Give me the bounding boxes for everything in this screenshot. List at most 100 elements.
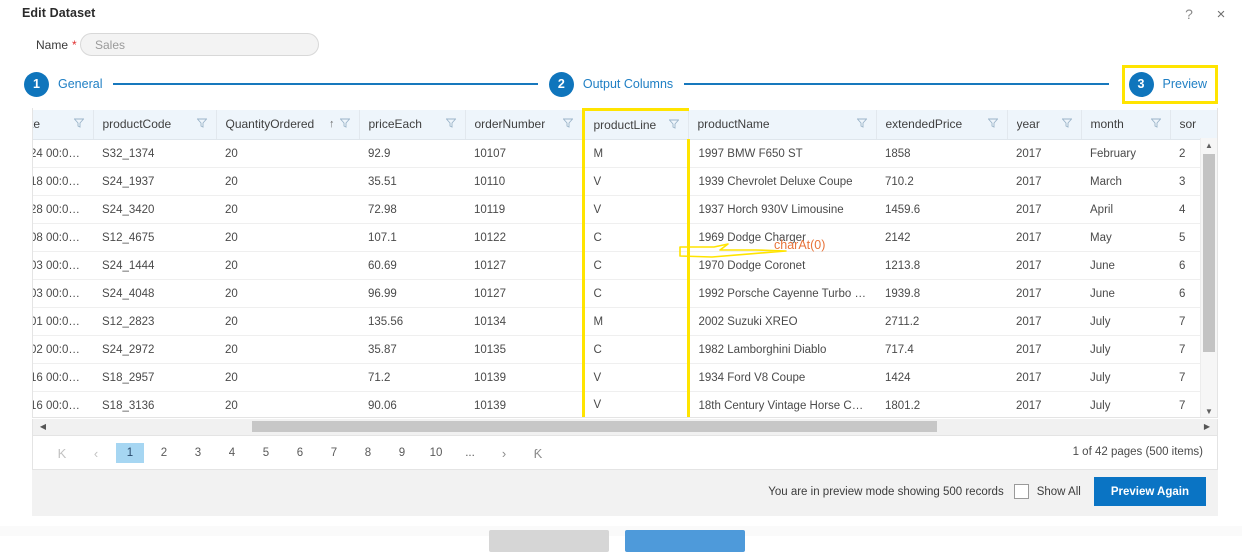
filter-icon[interactable] [668,119,679,132]
column-label-priceEach: priceEach [368,117,422,132]
filter-icon[interactable] [196,118,207,131]
table-row[interactable]: 03 00:00:... S24_4048 20 96.99 10127 C 1992 Po… [33,279,1217,308]
column-label-quantityOrdered: QuantityOrdered [225,117,315,132]
cell-priceEach: 96.99 [359,279,465,308]
cell-productName: 1982 Lamborghini Diablo [688,335,876,364]
column-label-orderDate: te [33,117,41,132]
pager-page-...[interactable]: ... [456,443,484,463]
pager-page-6[interactable]: 6 [286,443,314,463]
bottom-button-strip [0,526,1242,552]
filter-icon[interactable] [987,118,998,131]
grid-column-header-month[interactable]: month [1081,109,1171,140]
grid-body: 24 00:00:... S32_1374 20 92.9 10107 M 1997 BMW… [33,139,1217,417]
bottom-secondary-button[interactable] [489,530,609,552]
filter-icon[interactable] [339,118,350,131]
cell-month: July [1081,363,1170,392]
scroll-left-icon[interactable]: ◀ [35,419,51,434]
pager-last-button[interactable]: Ƙ [524,443,552,463]
cell-productLine: V [581,195,690,224]
pager-page-9[interactable]: 9 [388,443,416,463]
cell-productName: 1934 Ford V8 Coupe [688,363,876,392]
grid-column-header-extendedPrice[interactable]: extendedPrice [876,109,1008,140]
cell-orderDate: 24 00:00:... [33,139,93,168]
help-icon[interactable]: ? [1178,3,1200,25]
pager-first-button[interactable]: K [48,443,76,463]
pager-page-5[interactable]: 5 [252,443,280,463]
show-all-checkbox[interactable] [1013,484,1029,499]
grid-column-header-orderDate[interactable]: te [33,109,94,140]
horizontal-scroll-thumb[interactable] [252,421,937,432]
pager-next-button[interactable]: › [490,443,518,463]
step-output-columns[interactable]: 2 Output Columns [548,71,673,97]
pager-page-10[interactable]: 10 [422,443,450,463]
table-row[interactable]: 16 00:00:... S18_3136 20 90.06 10139 V 18th Ce… [33,391,1217,417]
cell-extendedPrice: 1459.6 [876,195,1007,224]
scroll-up-icon[interactable]: ▲ [1201,138,1217,152]
pager-prev-button[interactable]: ‹ [82,443,110,463]
pager-page-8[interactable]: 8 [354,443,382,463]
cell-productLine: C [581,223,690,252]
grid-column-header-quantityOrdered[interactable]: QuantityOrdered ↑ [216,109,360,140]
table-row[interactable]: 03 00:00:... S24_1444 20 60.69 10127 C 1970 Do… [33,251,1217,280]
table-row[interactable]: 28 00:00:... S24_3420 20 72.98 10119 V 1937 Ho… [33,195,1217,224]
bottom-primary-button[interactable] [625,530,745,552]
cell-month: July [1081,307,1170,336]
pager-page-1[interactable]: 1 [116,443,144,463]
cell-productCode: S18_2957 [93,363,216,392]
column-tools-year [1061,118,1072,131]
cell-quantityOrdered: 20 [216,195,359,224]
grid-vertical-scrollbar[interactable]: ▲ ▼ [1200,138,1217,417]
column-tools-productName [856,118,867,131]
pager-info: 1 of 42 pages (500 items) [1072,446,1203,458]
grid-column-header-productCode[interactable]: productCode [93,109,217,140]
scroll-down-icon[interactable]: ▼ [1201,404,1217,417]
table-row[interactable]: 01 00:00:... S12_2823 20 135.56 10134 M 2002 S… [33,307,1217,336]
cell-month: July [1081,335,1170,364]
table-row[interactable]: 16 00:00:... S18_2957 20 71.2 10139 V 1934 For… [33,363,1217,392]
step-general[interactable]: 1 General [24,71,102,97]
sort-ascending-icon[interactable]: ↑ [329,118,335,130]
cell-priceEach: 135.56 [359,307,465,336]
column-label-month: month [1090,117,1124,132]
cell-quantityOrdered: 20 [216,139,359,168]
filter-icon[interactable] [1061,118,1072,131]
cell-priceEach: 60.69 [359,251,465,280]
grid-column-header-orderNumber[interactable]: orderNumber [465,109,584,140]
table-row[interactable]: 24 00:00:... S32_1374 20 92.9 10107 M 1997 BMW… [33,139,1217,168]
vertical-scroll-thumb[interactable] [1203,154,1215,352]
grid-column-header-year[interactable]: year [1007,109,1082,140]
cell-productName: 2002 Suzuki XREO [688,307,876,336]
pager-page-3[interactable]: 3 [184,443,212,463]
table-row[interactable]: 18 00:00:... S24_1937 20 35.51 10110 V 1939 Ch… [33,167,1217,196]
filter-icon[interactable] [562,118,573,131]
filter-icon[interactable] [856,118,867,131]
filter-icon[interactable] [445,118,456,131]
pager-page-7[interactable]: 7 [320,443,348,463]
cell-priceEach: 72.98 [359,195,465,224]
cell-extendedPrice: 1939.8 [876,279,1007,308]
grid-column-header-sortOrder[interactable]: sor [1170,109,1217,140]
step-label-preview: Preview [1162,77,1207,91]
wizard-stepper: 1 General 2 Output Columns 3 Preview [24,64,1218,104]
table-row[interactable]: 08 00:00:... S12_4675 20 107.1 10122 C 1969 Do… [33,223,1217,252]
grid-column-header-priceEach[interactable]: priceEach [359,109,466,140]
name-input[interactable] [80,33,319,56]
filter-icon[interactable] [1150,118,1161,131]
grid-horizontal-scrollbar[interactable]: ◀ ▶ [32,419,1218,436]
grid-header: te productCode QuantityOrdered ↑ priceEach or… [33,108,1217,140]
cell-extendedPrice: 1858 [876,139,1007,168]
cell-orderNumber: 10135 [465,335,583,364]
grid-column-header-productLine[interactable]: productLine [581,108,689,140]
preview-again-button[interactable]: Preview Again [1093,477,1206,506]
grid-column-header-productName[interactable]: productName [688,109,877,140]
close-icon[interactable]: × [1210,3,1232,25]
pager-page-4[interactable]: 4 [218,443,246,463]
scroll-right-icon[interactable]: ▶ [1199,419,1215,434]
filter-icon[interactable] [73,118,84,131]
grid-pager: K ‹ 1 2 3 4 5 6 7 8 9 10... › Ƙ 1 of 42 pages (500 it… [32,436,1218,470]
column-tools-orderNumber [562,118,573,131]
step-preview[interactable]: 3 Preview [1121,64,1218,104]
table-row[interactable]: 02 00:00:... S24_2972 20 35.87 10135 C 1982 La… [33,335,1217,364]
cell-productName: 1939 Chevrolet Deluxe Coupe [688,167,876,196]
pager-page-2[interactable]: 2 [150,443,178,463]
